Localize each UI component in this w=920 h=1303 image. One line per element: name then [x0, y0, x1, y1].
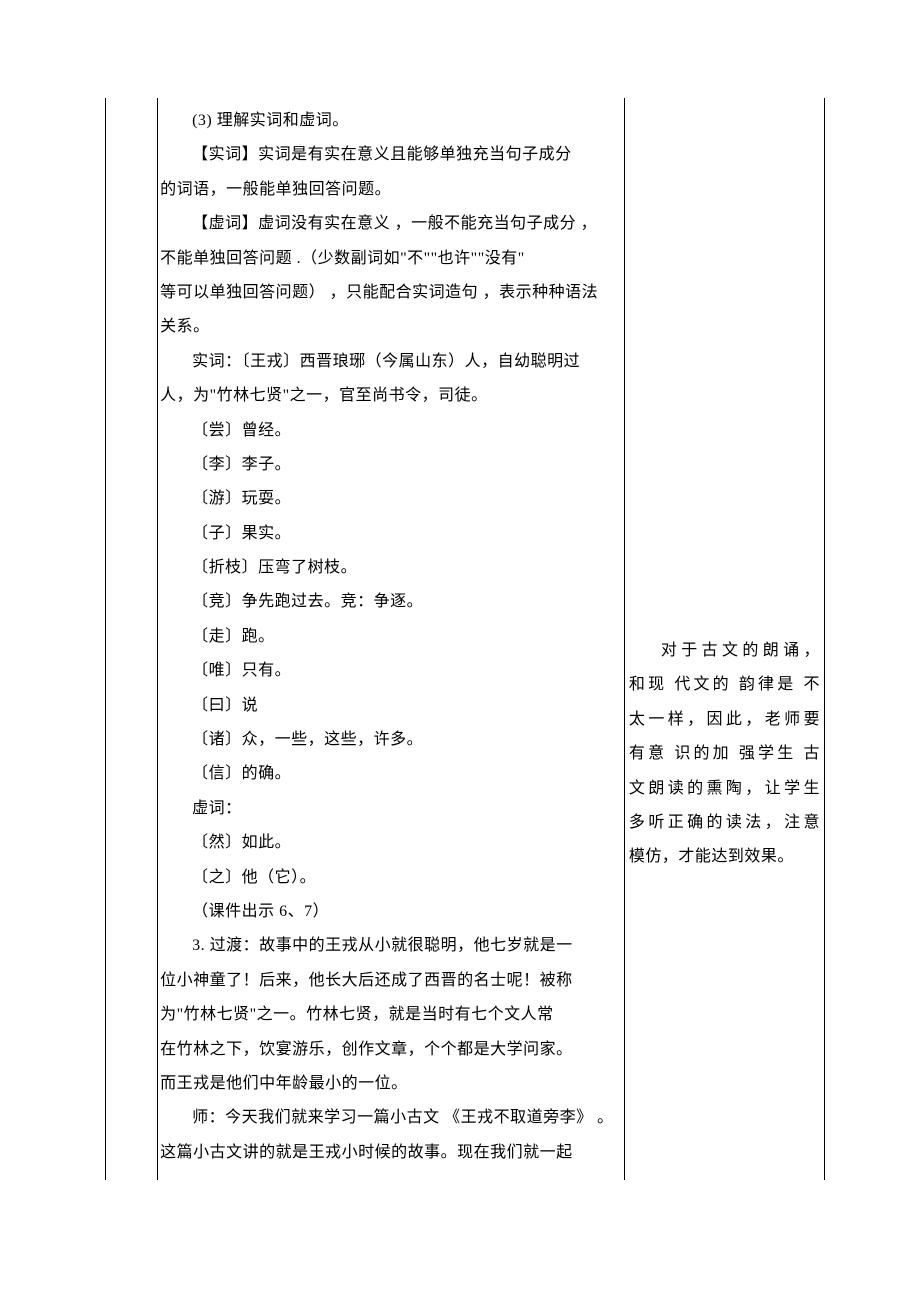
list-item: 〔游〕玩耍。 — [160, 482, 622, 516]
para: 位小神童了！后来，他长大后还成了西晋的名士呢！被称 — [160, 964, 622, 998]
list-item: 〔之〕他（它）。 — [160, 861, 622, 895]
side-line: 和现 代文的 韵律是 不 — [629, 668, 820, 702]
list-item: 〔信〕的确。 — [160, 757, 622, 791]
list-item: 〔尝〕曾经。 — [160, 414, 622, 448]
list-item: 〔折枝〕压弯了树枝。 — [160, 551, 622, 585]
list-item: 〔然〕如此。 — [160, 826, 622, 860]
para: 的词语，一般能单独回答问题。 — [160, 173, 622, 207]
page: (3) 理解实词和虚词。 【实词】实词是有实在意义且能够单独充当句子成分 的词语… — [0, 0, 920, 1303]
list-item: 〔竞〕争先跑过去。竞：争逐。 — [160, 585, 622, 619]
col-main: (3) 理解实词和虚词。 【实词】实词是有实在意义且能够单独充当句子成分 的词语… — [158, 98, 625, 1180]
para: 等可以单独回答问题） ，只能配合实词造句 ，表示种种语法 — [160, 276, 622, 310]
list-item: 〔走〕跑。 — [160, 620, 622, 654]
para: 【虚词】虚词没有实在意义 ，一般不能充当句子成分 ， — [160, 207, 622, 241]
para: 【实词】实词是有实在意义且能够单独充当句子成分 — [160, 138, 622, 172]
col-left — [106, 98, 158, 1180]
lesson-table: (3) 理解实词和虚词。 【实词】实词是有实在意义且能够单独充当句子成分 的词语… — [105, 98, 825, 1180]
side-line: 文朗读的熏陶，让学生 — [629, 772, 820, 806]
para: 为"竹林七贤"之一。竹林七贤，就是当时有七个文人常 — [160, 998, 622, 1032]
para: 人，为"竹林七贤"之一，官至尚书令，司徒。 — [160, 379, 622, 413]
side-content: 对于古文的朗诵， 和现 代文的 韵律是 不 太一样，因此，老师要 有意 识的加 … — [625, 98, 824, 885]
para: （课件出示 6、7） — [160, 895, 622, 929]
para: 而王戎是他们中年龄最小的一位。 — [160, 1067, 622, 1101]
list-item: 〔曰〕说 — [160, 689, 622, 723]
para: 实词：〔王戎〕西晋琅琊（今属山东）人，自幼聪明过 — [160, 345, 622, 379]
para: 在竹林之下，饮宴游乐，创作文章，个个都是大学问家。 — [160, 1033, 622, 1067]
para: 不能单独回答问题 .（少数副词如"不""也许""没有" — [160, 242, 622, 276]
para: (3) 理解实词和虚词。 — [160, 104, 622, 138]
side-note: 对于古文的朗诵， 和现 代文的 韵律是 不 太一样，因此，老师要 有意 识的加 … — [627, 634, 822, 875]
side-line: 多听正确的读法，注意 — [629, 806, 820, 840]
main-content: (3) 理解实词和虚词。 【实词】实词是有实在意义且能够单独充当句子成分 的词语… — [158, 98, 624, 1180]
col-side: 对于古文的朗诵， 和现 代文的 韵律是 不 太一样，因此，老师要 有意 识的加 … — [624, 98, 824, 1180]
table-row: (3) 理解实词和虚词。 【实词】实词是有实在意义且能够单独充当句子成分 的词语… — [106, 98, 825, 1180]
list-item: 〔子〕果实。 — [160, 517, 622, 551]
para: 师：今天我们就来学习一篇小古文 《王戎不取道旁李》 。 — [160, 1101, 622, 1135]
list-item: 〔李〕李子。 — [160, 448, 622, 482]
list-item: 〔诸〕众，一些，这些，许多。 — [160, 723, 622, 757]
side-line: 对于古文的朗诵， — [629, 634, 820, 668]
list-item: 〔唯〕只有。 — [160, 654, 622, 688]
para: 虚词： — [160, 792, 622, 826]
side-line: 太一样，因此，老师要 — [629, 703, 820, 737]
para: 3. 过渡：故事中的王戎从小就很聪明，他七岁就是一 — [160, 929, 622, 963]
para: 关系。 — [160, 310, 622, 344]
side-line: 有意 识的加 强学生 古 — [629, 737, 820, 771]
side-line: 模仿，才能达到效果。 — [629, 840, 820, 874]
para: 这篇小古文讲的就是王戎小时候的故事。现在我们就一起 — [160, 1136, 622, 1170]
spacer — [627, 104, 822, 634]
